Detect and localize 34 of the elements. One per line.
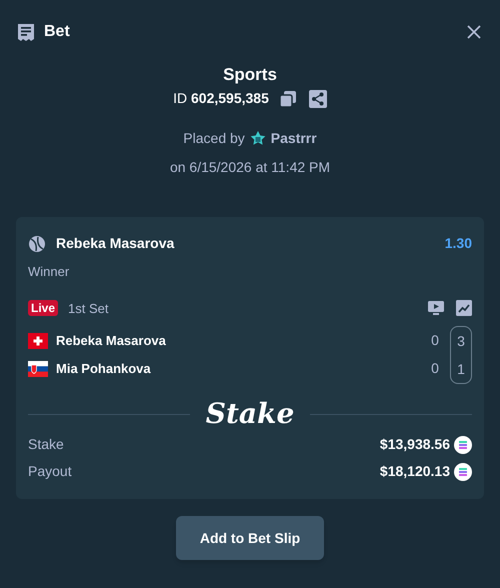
flag-icon bbox=[28, 333, 48, 349]
score: 3 bbox=[457, 332, 465, 350]
score: 0 bbox=[431, 359, 439, 377]
coin-icon bbox=[454, 462, 472, 480]
flag-icon bbox=[28, 361, 48, 377]
share-icon[interactable] bbox=[308, 90, 327, 108]
amount-value: $18,120.13 bbox=[380, 462, 450, 481]
placed-date: on 6/15/2026 at 11:42 PM bbox=[170, 158, 330, 177]
score: 1 bbox=[457, 360, 465, 378]
tennis-ball-icon bbox=[28, 234, 46, 252]
placed-by-label: Placed by bbox=[183, 129, 245, 148]
market-name: Winner bbox=[28, 263, 70, 281]
player-name: Rebeka Masarova bbox=[56, 332, 166, 350]
close-icon[interactable] bbox=[466, 24, 482, 40]
amount-label: Stake bbox=[28, 435, 64, 454]
score: 0 bbox=[431, 331, 439, 349]
amount-value: $13,938.56 bbox=[380, 435, 450, 454]
receipt-icon bbox=[16, 22, 36, 42]
brand-logo: Stake bbox=[204, 398, 296, 430]
bet-type: Sports bbox=[223, 64, 277, 86]
coin-icon bbox=[454, 436, 472, 454]
bet-id: ID 602,595,385 bbox=[173, 89, 269, 108]
tv-icon[interactable] bbox=[428, 300, 444, 316]
amount-label: Payout bbox=[28, 462, 72, 481]
username-link[interactable]: Pastrrr bbox=[270, 128, 317, 149]
match-period: 1st Set bbox=[68, 300, 108, 318]
dialog-title: Bet bbox=[44, 22, 70, 42]
add-to-bet-slip-button[interactable]: Add to Bet Slip bbox=[176, 516, 324, 560]
live-badge: Live bbox=[28, 300, 58, 316]
odds: 1.30 bbox=[444, 234, 472, 253]
selection-name: Rebeka Masarova bbox=[56, 234, 174, 253]
chart-icon[interactable] bbox=[456, 300, 472, 316]
player-name: Mia Pohankova bbox=[56, 360, 151, 378]
copy-icon[interactable] bbox=[278, 90, 297, 108]
